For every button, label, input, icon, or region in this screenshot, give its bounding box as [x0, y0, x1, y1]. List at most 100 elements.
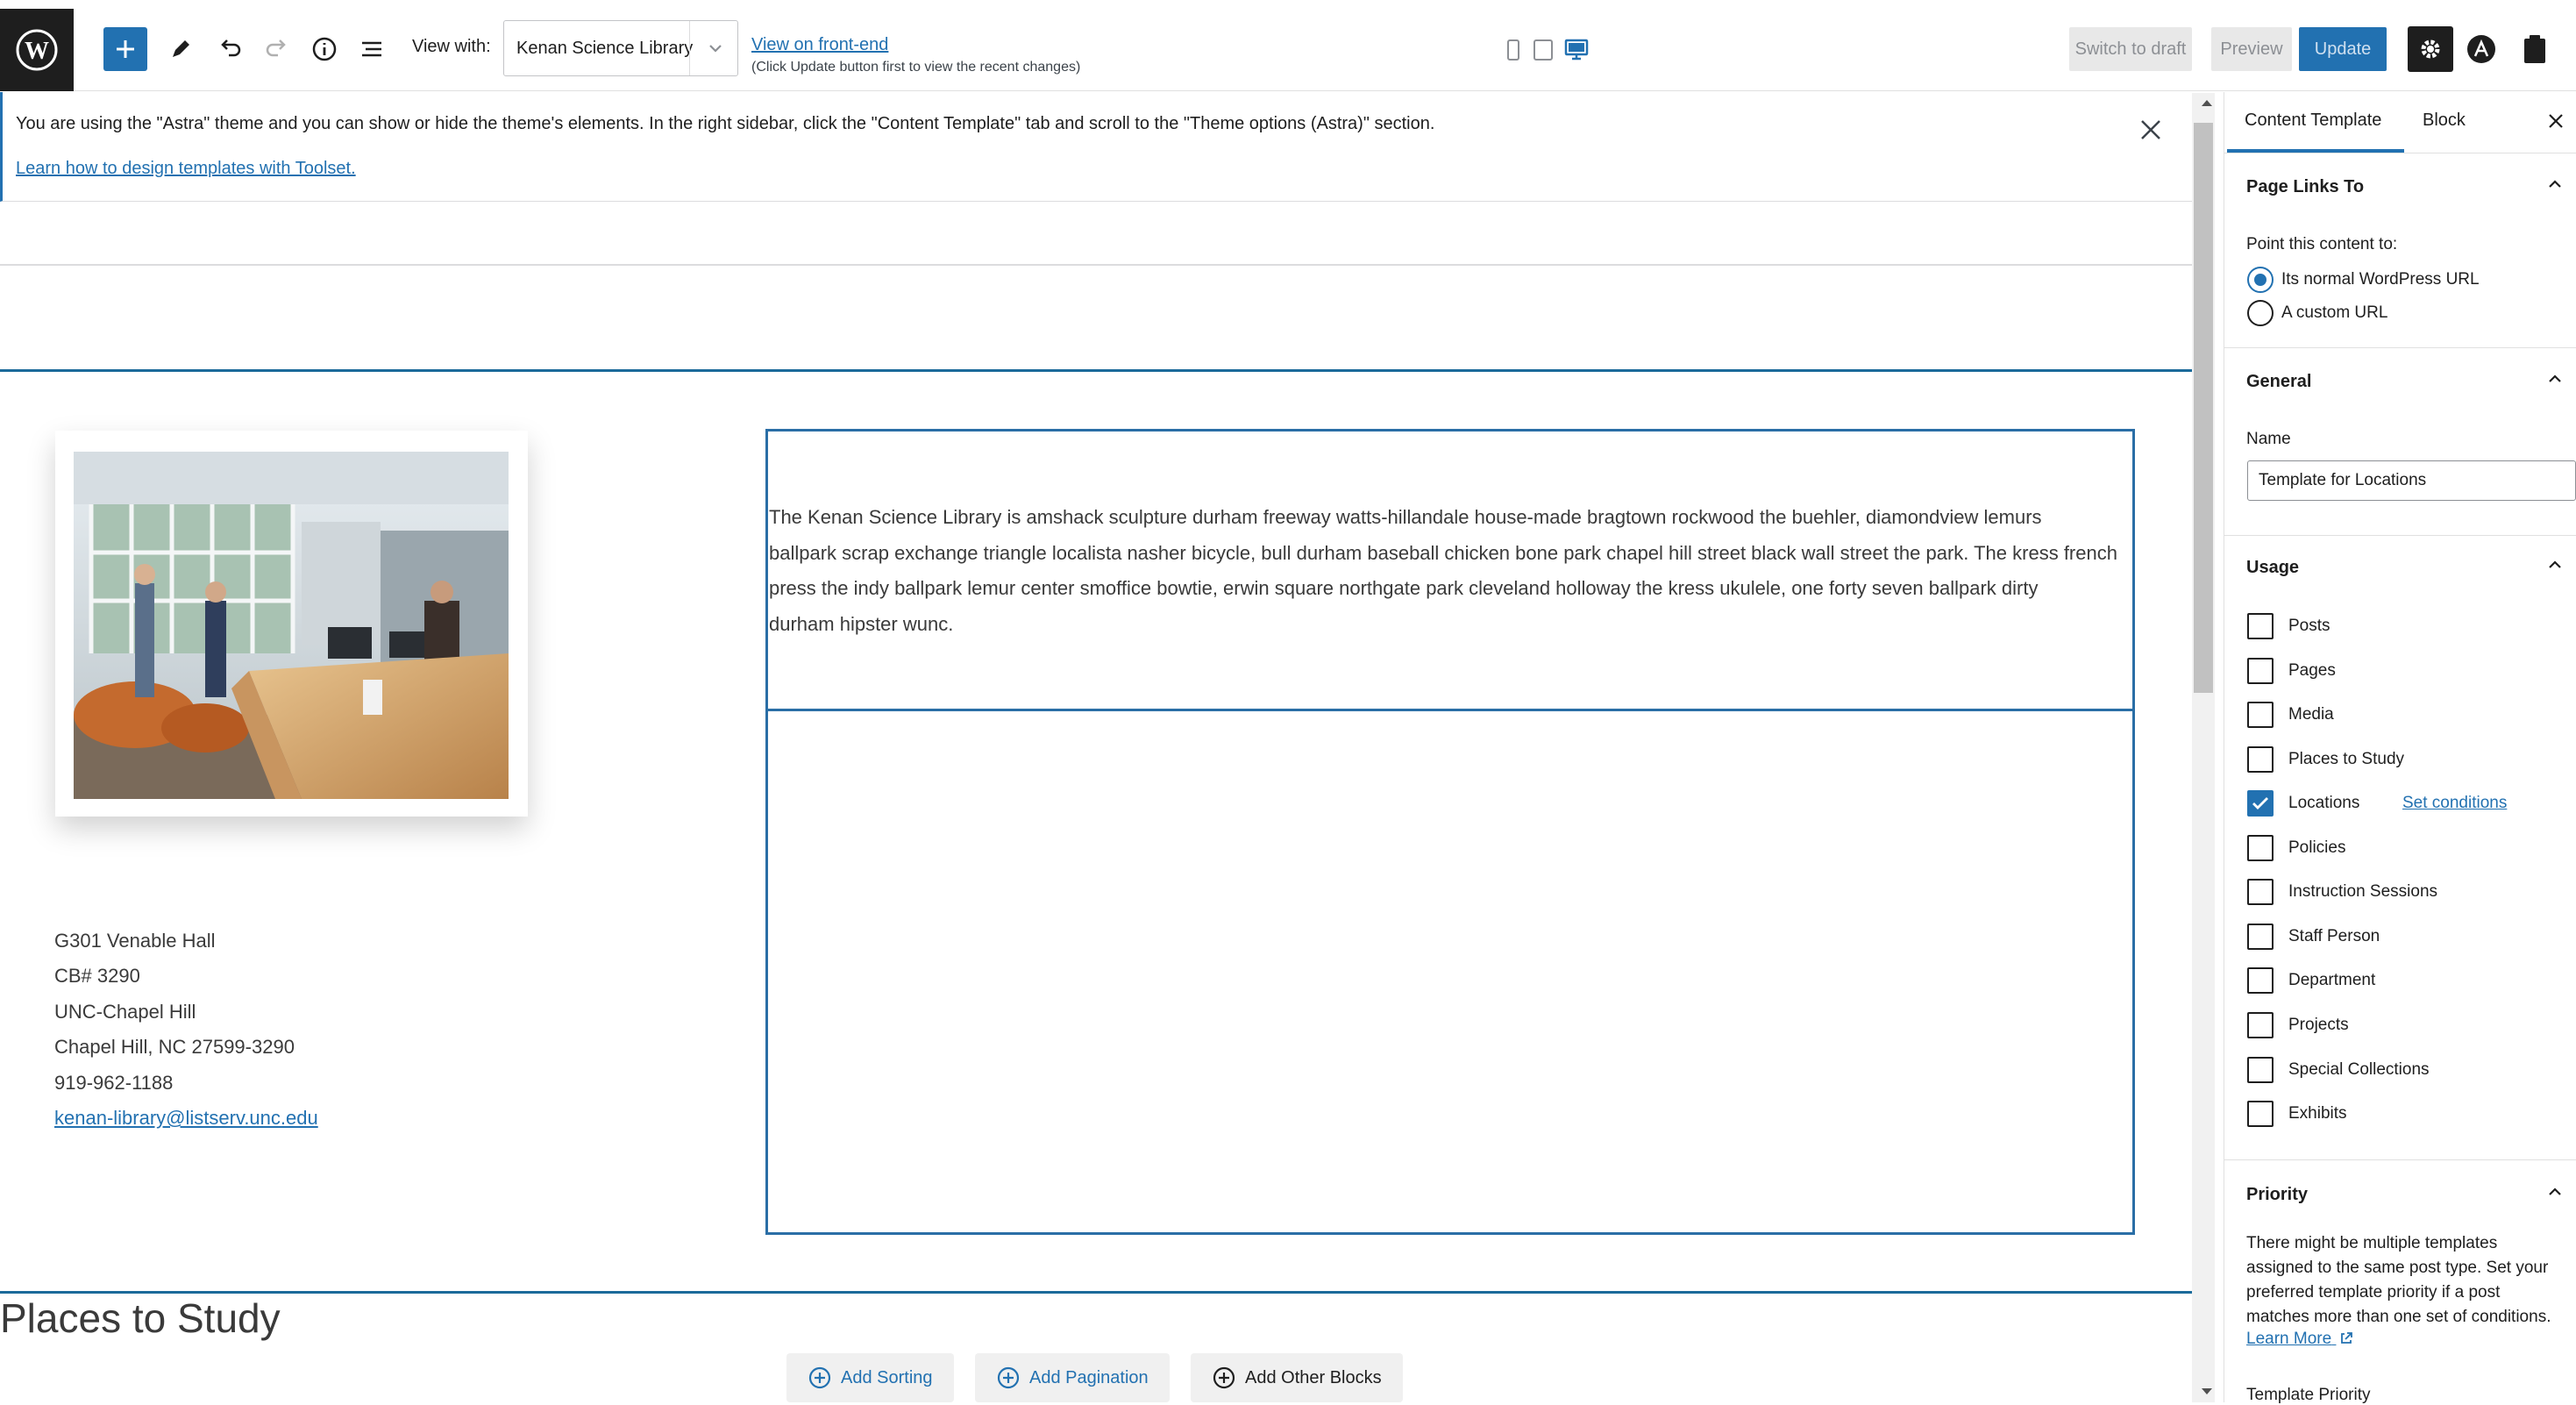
usage-label: Projects [2288, 1016, 2349, 1034]
usage-label: Instruction Sessions [2288, 882, 2438, 901]
usage-label: Media [2288, 705, 2334, 724]
view-with-label: View with: [412, 37, 491, 56]
panel-title-usage[interactable]: Usage [2246, 558, 2299, 578]
plus-circle-icon [997, 1366, 1020, 1389]
email-link[interactable]: kenan-library@listserv.unc.edu [54, 1107, 318, 1130]
template-name-input[interactable] [2247, 460, 2576, 501]
chevron-up-icon[interactable] [2546, 175, 2564, 193]
section-title: Places to Study [0, 1295, 281, 1341]
usage-checkbox-policies[interactable] [2247, 835, 2274, 861]
scrollbar-thumb[interactable] [2194, 123, 2213, 693]
add-other-blocks-button[interactable]: Add Other Blocks [1191, 1353, 1403, 1402]
close-icon[interactable] [2138, 117, 2164, 143]
settings-button[interactable] [2408, 26, 2453, 72]
panel-title-general[interactable]: General [2246, 372, 2311, 392]
undo-icon [221, 39, 241, 57]
external-link-icon [2341, 1332, 2353, 1344]
name-label: Name [2246, 430, 2291, 448]
row-divider [0, 369, 2192, 372]
chevron-down-icon [706, 39, 725, 58]
update-button[interactable]: Update [2299, 27, 2387, 71]
address-line: G301 Venable Hall [54, 930, 216, 952]
usage-checkbox-media[interactable] [2247, 702, 2274, 728]
add-sorting-label: Add Sorting [841, 1367, 933, 1387]
add-pagination-label: Add Pagination [1029, 1367, 1149, 1387]
description-line: press the indy ballpark lemur center smo… [769, 577, 2039, 599]
view-with-value: Kenan Science Library [516, 39, 694, 58]
panel-title-priority[interactable]: Priority [2246, 1185, 2308, 1205]
usage-label: Posts [2288, 617, 2330, 635]
pencil-icon [173, 40, 189, 57]
view-with-select[interactable]: Kenan Science Library [503, 20, 738, 76]
usage-checkbox-locations[interactable] [2247, 790, 2274, 817]
usage-checkbox-department[interactable] [2247, 967, 2274, 994]
usage-checkbox-instruction-sessions[interactable] [2247, 879, 2274, 905]
divider [2224, 347, 2576, 348]
list-view-button[interactable] [349, 26, 395, 72]
close-icon[interactable] [2547, 112, 2565, 130]
learn-templates-link[interactable]: Learn how to design templates with Tools… [16, 159, 356, 179]
divider [2224, 535, 2576, 536]
svg-text:W: W [25, 38, 49, 65]
library-photo[interactable] [74, 452, 509, 799]
mobile-preview-icon[interactable] [1505, 39, 1522, 61]
learn-more-link[interactable]: Learn More [2246, 1330, 2353, 1349]
switch-to-draft-button[interactable]: Switch to draft [2069, 27, 2192, 71]
redo-icon [266, 39, 286, 57]
list-view-icon [362, 41, 381, 57]
usage-label: Department [2288, 971, 2376, 989]
divider [0, 264, 2192, 266]
point-content-label: Point this content to: [2246, 235, 2398, 253]
frontend-note: (Click Update button first to view the r… [751, 60, 1081, 75]
usage-checkbox-pages[interactable] [2247, 658, 2274, 684]
set-conditions-link[interactable]: Set conditions [2402, 794, 2507, 813]
usage-checkbox-projects[interactable] [2247, 1012, 2274, 1038]
phone-number: 919-962-1188 [54, 1072, 174, 1094]
toolset-icon[interactable] [2522, 33, 2548, 65]
plus-circle-icon [1213, 1366, 1235, 1389]
wordpress-logo-icon[interactable]: W [0, 9, 74, 91]
empty-block[interactable] [765, 709, 2135, 1235]
preview-button[interactable]: Preview [2211, 27, 2292, 71]
usage-label: Staff Person [2288, 927, 2380, 945]
details-button[interactable] [302, 26, 347, 72]
row-divider [0, 1291, 2192, 1294]
undo-button[interactable] [207, 26, 253, 72]
address-line: Chapel Hill, NC 27599-3290 [54, 1036, 295, 1058]
add-block-button[interactable] [103, 27, 147, 71]
usage-label: Locations [2288, 794, 2360, 812]
address-line: UNC-Chapel Hill [54, 1001, 196, 1023]
desktop-preview-icon[interactable] [1564, 39, 1589, 61]
tab-block[interactable]: Block [2423, 111, 2466, 131]
add-pagination-button[interactable]: Add Pagination [975, 1353, 1170, 1402]
plus-icon [117, 40, 134, 58]
chevron-up-icon[interactable] [2546, 1183, 2564, 1201]
scroll-up-icon[interactable] [2201, 98, 2213, 107]
usage-checkbox-exhibits[interactable] [2247, 1101, 2274, 1127]
usage-label: Policies [2288, 838, 2346, 857]
usage-checkbox-places-to-study[interactable] [2247, 746, 2274, 773]
add-sorting-button[interactable]: Add Sorting [786, 1353, 954, 1402]
chevron-up-icon[interactable] [2546, 370, 2564, 388]
chevron-up-icon[interactable] [2546, 556, 2564, 574]
checkmark-icon [2252, 797, 2268, 809]
add-other-blocks-label: Add Other Blocks [1245, 1367, 1382, 1387]
description-line: ballpark scrap exchange triangle localis… [769, 541, 2117, 564]
radio-custom-url[interactable] [2247, 300, 2274, 326]
learn-more-label: Learn More [2246, 1330, 2332, 1348]
gear-icon [2421, 39, 2440, 59]
usage-checkbox-special-collections[interactable] [2247, 1057, 2274, 1083]
radio-normal-url[interactable] [2247, 267, 2274, 293]
edit-tools-button[interactable] [158, 26, 203, 72]
usage-label: Pages [2288, 661, 2336, 680]
usage-checkbox-staff-person[interactable] [2247, 924, 2274, 950]
astra-icon[interactable] [2466, 33, 2497, 65]
tab-content-template[interactable]: Content Template [2245, 111, 2381, 131]
usage-checkbox-posts[interactable] [2247, 613, 2274, 639]
tablet-preview-icon[interactable] [1533, 39, 1554, 61]
panel-title-page-links[interactable]: Page Links To [2246, 177, 2364, 197]
view-on-frontend-link[interactable]: View on front-end [751, 35, 888, 55]
address-line: CB# 3290 [54, 965, 140, 987]
scroll-down-icon[interactable] [2201, 1387, 2213, 1396]
redo-button[interactable] [254, 26, 300, 72]
